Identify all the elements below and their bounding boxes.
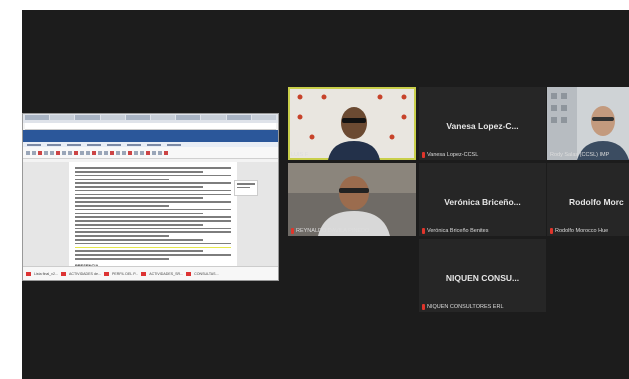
participant-tile-luis[interactable]: LUIS F bbox=[288, 87, 416, 160]
participant-tile-niquen[interactable]: NIQUEN CONSU... NIQUEN CONSULTORES ERL bbox=[419, 239, 546, 312]
browser-address-bar bbox=[25, 123, 276, 130]
meeting-window: PRESENCIA Lista final_v2... ACTIVIDADES … bbox=[22, 10, 629, 379]
taskbar-item[interactable]: PERFIL DEL P... bbox=[112, 272, 138, 276]
browser-tab-strip bbox=[23, 114, 278, 123]
participant-name: NIQUEN CONSU... bbox=[445, 272, 520, 283]
shared-screen[interactable]: PRESENCIA Lista final_v2... ACTIVIDADES … bbox=[22, 113, 279, 281]
taskbar: Lista final_v2... ACTIVIDADES de... PERF… bbox=[23, 266, 278, 280]
mic-off-icon bbox=[422, 304, 425, 310]
participant-label: LUIS F bbox=[291, 152, 309, 158]
comment-box bbox=[234, 180, 258, 196]
participant-name: Rodolfo Morc bbox=[569, 196, 624, 207]
taskbar-icon bbox=[60, 271, 66, 276]
participant-label: REYNALDO DAVILA PINEDO bbox=[291, 228, 369, 234]
participant-label: NIQUEN CONSULTORES ERL bbox=[422, 304, 504, 310]
taskbar-item[interactable]: ACTIVIDADES_SR... bbox=[149, 272, 183, 276]
mic-off-icon bbox=[550, 228, 553, 234]
taskbar-icon bbox=[141, 271, 147, 276]
participant-tile-reynaldo[interactable]: REYNALDO DAVILA PINEDO bbox=[288, 163, 416, 236]
mic-off-icon bbox=[422, 228, 425, 234]
word-toolbar bbox=[23, 147, 278, 159]
participant-tile-veronica[interactable]: Verónica Briceño... Verónica Briceño Ben… bbox=[419, 163, 546, 236]
participant-label: Verónica Briceño Benites bbox=[422, 228, 488, 234]
document-page: PRESENCIA bbox=[69, 162, 237, 268]
participant-label: Rodolfo Morocco Hue bbox=[550, 228, 608, 234]
taskbar-icon bbox=[103, 271, 109, 276]
participant-tile-rody[interactable]: Rody Salas (CCSL) IMP bbox=[547, 87, 629, 160]
word-title-bar bbox=[23, 130, 278, 142]
taskbar-item[interactable]: ACTIVIDADES de... bbox=[69, 272, 101, 276]
participant-tile-rodolfo[interactable]: Rodolfo Morc Rodolfo Morocco Hue bbox=[547, 163, 629, 236]
taskbar-icon bbox=[26, 271, 31, 276]
taskbar-item[interactable]: CONSULTAS... bbox=[194, 272, 218, 276]
participant-video-rody bbox=[547, 87, 629, 160]
participant-label: Rody Salas (CCSL) IMP bbox=[550, 152, 610, 158]
participant-video-luis bbox=[297, 94, 407, 160]
participant-video-reynaldo bbox=[288, 163, 416, 236]
participant-label: Vanesa Lopez-CCSL bbox=[422, 152, 478, 158]
participant-name: Vanesa Lopez-C... bbox=[446, 120, 519, 131]
mic-off-icon bbox=[422, 152, 425, 158]
document-area: PRESENCIA bbox=[23, 162, 278, 268]
taskbar-item[interactable]: Lista final_v2... bbox=[34, 272, 58, 276]
mic-off-icon bbox=[291, 228, 294, 234]
participant-tile-vanesa[interactable]: Vanesa Lopez-C... Vanesa Lopez-CCSL bbox=[419, 87, 546, 160]
participant-name: Verónica Briceño... bbox=[444, 196, 521, 207]
taskbar-icon bbox=[186, 271, 192, 276]
